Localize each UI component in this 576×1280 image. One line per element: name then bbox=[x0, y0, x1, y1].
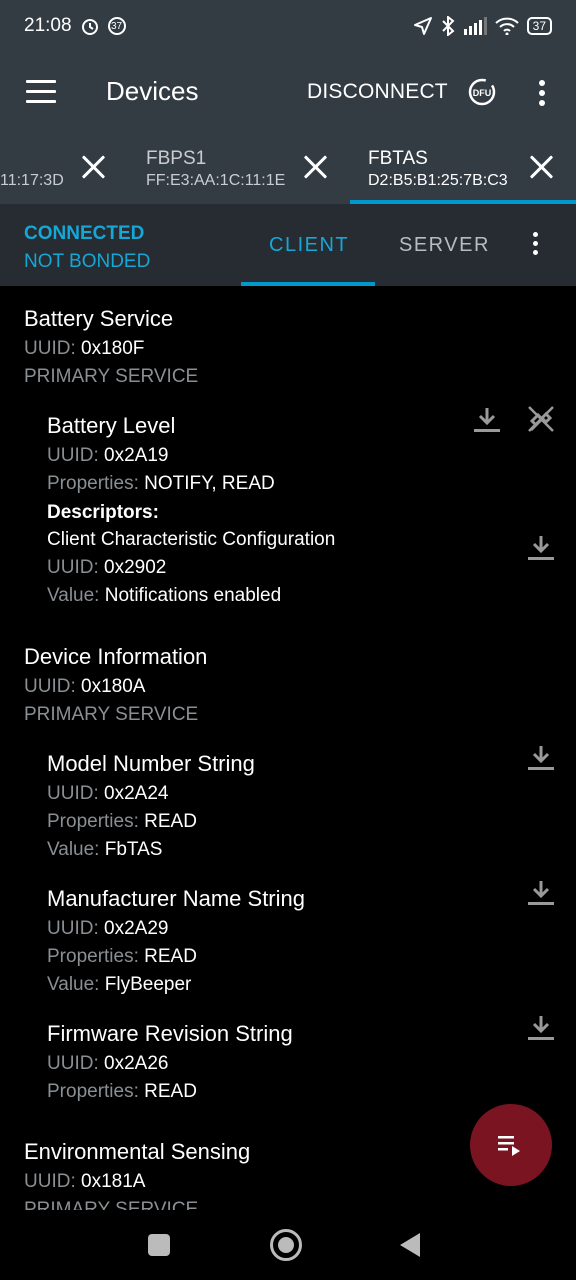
tab-server[interactable]: SERVER bbox=[399, 234, 490, 257]
device-tab-active[interactable]: FBTAS D2:B5:B1:25:7B:C3 bbox=[368, 134, 576, 204]
service-type: PRIMARY SERVICE bbox=[24, 366, 199, 387]
page-title: Devices bbox=[106, 76, 199, 106]
service-type: PRIMARY SERVICE bbox=[24, 1199, 199, 1210]
characteristic-value: FbTAS bbox=[104, 839, 163, 860]
characteristic-value: FlyBeeper bbox=[104, 974, 192, 995]
properties-label: Properties: bbox=[47, 473, 139, 494]
services-list[interactable]: Battery Service UUID: 0x180F PRIMARY SER… bbox=[0, 286, 576, 1210]
value-label: Value: bbox=[47, 974, 100, 995]
wifi-icon bbox=[494, 17, 519, 35]
characteristic-name[interactable]: Firmware Revision String bbox=[47, 1021, 293, 1047]
properties-label: Properties: bbox=[47, 811, 139, 832]
characteristic-uuid: 0x2A29 bbox=[104, 918, 169, 939]
close-icon[interactable] bbox=[80, 154, 106, 180]
characteristic-uuid: 0x2A19 bbox=[104, 445, 169, 466]
characteristic-uuid: 0x2A24 bbox=[104, 783, 169, 804]
connection-bar: CONNECTED NOT BONDED CLIENT SERVER bbox=[0, 204, 576, 286]
close-icon[interactable] bbox=[528, 154, 554, 180]
service-name[interactable]: Device Information bbox=[24, 644, 207, 670]
service-uuid: 0x180A bbox=[81, 676, 146, 697]
descriptor-uuid: 0x2902 bbox=[104, 557, 167, 578]
read-icon[interactable] bbox=[526, 532, 556, 562]
characteristic-name[interactable]: Battery Level bbox=[47, 413, 175, 439]
device-tab-name: FBTAS bbox=[368, 148, 428, 169]
descriptors-heading: Descriptors: bbox=[47, 502, 159, 523]
alarm-icon bbox=[81, 19, 98, 35]
notification-badge: 37 bbox=[107, 17, 126, 35]
descriptor-value: Notifications enabled bbox=[104, 585, 282, 606]
service-name[interactable]: Environmental Sensing bbox=[24, 1139, 250, 1165]
battery-icon: 37 bbox=[526, 17, 552, 35]
dfu-label: DFU bbox=[473, 88, 492, 98]
uuid-label: UUID: bbox=[47, 783, 99, 804]
device-tab[interactable]: FBPS1 FF:E3:AA:1C:11:1E bbox=[146, 134, 346, 204]
uuid-label: UUID: bbox=[47, 918, 99, 939]
signal-icon bbox=[463, 17, 487, 35]
value-label: Value: bbox=[47, 585, 100, 606]
app-bar: Devices DISCONNECT DFU bbox=[0, 52, 576, 134]
uuid-label: UUID: bbox=[47, 1053, 99, 1074]
value-label: Value: bbox=[47, 839, 100, 860]
descriptor-name[interactable]: Client Characteristic Configuration bbox=[47, 529, 335, 551]
read-icon[interactable] bbox=[526, 1012, 556, 1042]
connection-state: CONNECTED bbox=[24, 223, 145, 244]
uuid-label: UUID: bbox=[24, 676, 76, 697]
properties-label: Properties: bbox=[47, 946, 139, 967]
uuid-label: UUID: bbox=[24, 1171, 76, 1192]
bluetooth-icon bbox=[441, 16, 455, 36]
home-icon[interactable] bbox=[270, 1229, 302, 1261]
overflow-menu-icon[interactable] bbox=[538, 80, 546, 108]
hamburger-menu-icon[interactable] bbox=[26, 80, 56, 104]
close-icon[interactable] bbox=[302, 154, 328, 180]
device-tab-name: FBPS1 bbox=[146, 148, 207, 169]
device-tab-address: FF:E3:AA:1C:11:1E bbox=[146, 172, 286, 189]
uuid-label: UUID: bbox=[24, 338, 76, 359]
device-tab[interactable]: 11:17:3D bbox=[0, 134, 120, 204]
disconnect-button[interactable]: DISCONNECT bbox=[307, 80, 448, 104]
location-icon bbox=[413, 17, 432, 35]
characteristic-properties: NOTIFY, READ bbox=[144, 473, 275, 494]
characteristic-properties: READ bbox=[144, 1081, 197, 1102]
uuid-label: UUID: bbox=[47, 557, 99, 578]
notify-off-icon[interactable] bbox=[526, 404, 556, 434]
service-type: PRIMARY SERVICE bbox=[24, 704, 199, 725]
recents-icon[interactable] bbox=[148, 1234, 170, 1256]
service-uuid: 0x180F bbox=[81, 338, 145, 359]
device-tab-address: 11:17:3D bbox=[0, 172, 64, 189]
read-icon[interactable] bbox=[472, 404, 502, 434]
back-icon[interactable] bbox=[400, 1233, 420, 1257]
service-uuid: 0x181A bbox=[81, 1171, 146, 1192]
read-icon[interactable] bbox=[526, 877, 556, 907]
characteristic-name[interactable]: Model Number String bbox=[47, 751, 255, 777]
characteristic-uuid: 0x2A26 bbox=[104, 1053, 169, 1074]
overflow-menu-icon[interactable] bbox=[532, 232, 538, 259]
clock: 21:08 bbox=[24, 15, 72, 36]
log-fab-button[interactable] bbox=[470, 1104, 552, 1186]
system-nav-bar bbox=[0, 1210, 576, 1280]
playlist-play-icon bbox=[498, 1136, 520, 1156]
device-tab-address: D2:B5:B1:25:7B:C3 bbox=[368, 172, 508, 189]
bond-state: NOT BONDED bbox=[24, 251, 151, 272]
properties-label: Properties: bbox=[47, 1081, 139, 1102]
uuid-label: UUID: bbox=[47, 445, 99, 466]
characteristic-properties: READ bbox=[144, 946, 197, 967]
status-bar: 21:08 37 37 bbox=[0, 0, 576, 52]
read-icon[interactable] bbox=[526, 742, 556, 772]
service-name[interactable]: Battery Service bbox=[24, 306, 173, 332]
characteristic-properties: READ bbox=[144, 811, 197, 832]
device-tabs: 11:17:3D FBPS1 FF:E3:AA:1C:11:1E FBTAS D… bbox=[0, 134, 576, 204]
dfu-icon[interactable]: DFU bbox=[466, 76, 498, 108]
connection-status: CONNECTED NOT BONDED bbox=[24, 220, 150, 276]
characteristic-name[interactable]: Manufacturer Name String bbox=[47, 886, 305, 912]
tab-client[interactable]: CLIENT bbox=[269, 234, 349, 257]
